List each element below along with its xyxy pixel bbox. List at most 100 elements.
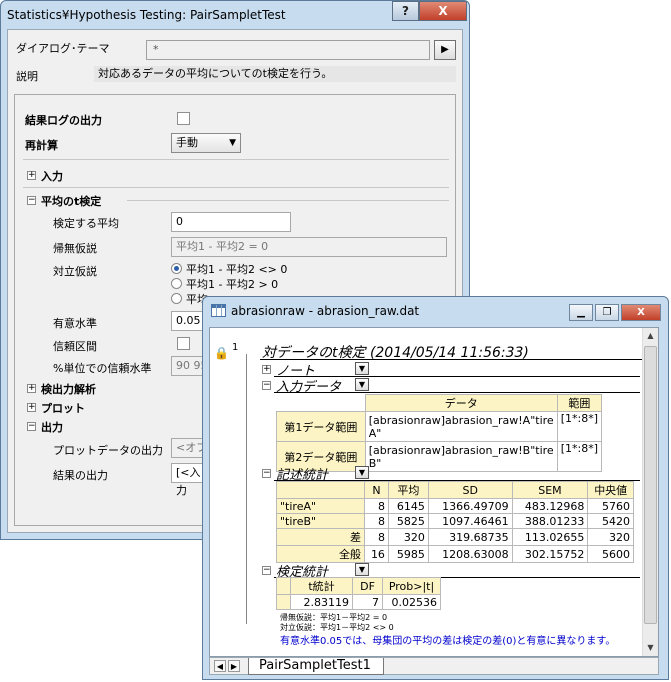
n-cell: 8 — [364, 528, 389, 546]
table-header: t統計 — [290, 577, 353, 595]
range-cell: [1*:8*] — [556, 441, 603, 472]
collapse-icon[interactable]: − — [27, 196, 36, 205]
prev-sheet-icon[interactable]: ◀ — [214, 660, 226, 672]
prob-cell: 0.02536 — [382, 594, 441, 610]
section-underline — [274, 392, 640, 393]
note-menu-button[interactable]: ▼ — [355, 362, 369, 375]
result-log-label: 結果ログの出力 — [25, 114, 102, 127]
plot-data-label: プロットデータの出力 — [53, 444, 163, 457]
conclusion-text: 有意水準0.05では、母集団の平均の差は検定の差(0)と有意に異なります。 — [280, 636, 616, 647]
table-header-row: N 平均 SD SEM 中央値 — [276, 481, 634, 499]
row-number: 1 — [232, 342, 239, 353]
table-header: SD — [427, 481, 513, 499]
table-row: 差 8 320 319.68735 113.02655 320 — [276, 528, 634, 546]
data-cell-cont: B" — [368, 456, 382, 470]
alt-option-2-label[interactable]: 平均1 - 平均2 > 0 — [186, 276, 278, 292]
scroll-up-icon[interactable]: ▲ — [643, 328, 658, 344]
input-section[interactable]: 入力 — [41, 168, 63, 184]
plot-section[interactable]: プロット — [41, 400, 85, 416]
row-label: 差 — [276, 528, 365, 546]
alt-option-1-radio[interactable] — [171, 263, 182, 274]
heading-underline — [260, 359, 642, 360]
table-row: "tireA" 8 6145 1366.49709 483.12968 5760 — [276, 498, 634, 514]
test-mean-label: 検定する平均 — [53, 217, 119, 230]
table-row: 第1データ範囲 [abrasionraw]abrasion_raw!A"tire… — [276, 411, 603, 442]
report-close-button[interactable]: X — [621, 304, 661, 321]
separator — [23, 159, 449, 160]
table-header: 平均 — [387, 481, 429, 499]
ci-percent-label: %単位での信頼水準 — [53, 362, 152, 375]
next-sheet-icon[interactable]: ▶ — [228, 660, 240, 672]
alt-option-3-radio[interactable] — [171, 293, 182, 304]
vertical-scrollbar[interactable]: ▲ ▼ — [642, 328, 658, 656]
mean-cell: 5985 — [387, 545, 429, 563]
data-cell: [abrasionraw]abrasion_raw!B"tire — [368, 443, 554, 457]
alt-option-1-label[interactable]: 平均1 - 平均2 <> 0 — [186, 261, 287, 277]
table-header-row: t統計 DF Prob>|t| — [276, 577, 441, 595]
median-cell: 5420 — [587, 513, 634, 529]
desc-stats-table: N 平均 SD SEM 中央値 "tireA" 8 6145 1366.4970… — [276, 481, 634, 563]
recalc-label: 再計算 — [25, 139, 58, 152]
test-stats-table: t統計 DF Prob>|t| 2.83119 7 0.02536 — [276, 577, 441, 610]
table-row: 全般 16 5985 1208.63008 302.15752 5600 — [276, 545, 634, 563]
ttest-section[interactable]: 平均のt検定 — [41, 193, 101, 209]
report-sheet: 🔒 1 対データのt検定 (2014/05/14 11:56:33) + ノート… — [209, 327, 659, 657]
ci-label: 信頼区間 — [53, 340, 97, 353]
lock-icon[interactable]: 🔒 — [214, 346, 229, 360]
dialog-title: Statistics¥Hypothesis Testing: PairSampl… — [7, 8, 286, 22]
collapse-icon[interactable]: − — [262, 566, 271, 575]
restore-button[interactable]: ❐ — [595, 304, 619, 321]
expand-icon[interactable]: + — [27, 403, 36, 412]
ci-checkbox[interactable] — [177, 337, 190, 350]
n-cell: 8 — [364, 498, 389, 514]
alt-hypothesis-label: 対立仮説 — [53, 265, 97, 278]
sheet-tab-pairsampletest1[interactable]: PairSampletTest1 — [248, 658, 384, 675]
close-button[interactable]: X — [419, 1, 467, 21]
theme-label: ダイアログ･テーマ — [16, 42, 110, 55]
expand-icon[interactable]: + — [27, 384, 36, 393]
null-hypothesis-field: 平均1 - 平均2 = 0 — [171, 237, 447, 257]
n-cell: 16 — [364, 545, 389, 563]
theme-menu-button[interactable]: ▶ — [434, 40, 456, 60]
expand-icon[interactable]: + — [27, 171, 36, 180]
range-cell: [1*:8*] — [556, 411, 603, 442]
table-corner — [276, 481, 365, 499]
collapse-icon[interactable]: − — [262, 381, 271, 390]
table-corner — [276, 577, 291, 595]
row-label: 全般 — [276, 545, 365, 563]
power-section[interactable]: 検出力解析 — [41, 381, 96, 397]
result-output-label: 結果の出力 — [53, 469, 108, 482]
data-cell-cont: A" — [368, 426, 382, 440]
sem-cell: 302.15752 — [511, 545, 589, 563]
description-text: 対応あるデータの平均についてのt検定を行う。 — [94, 66, 456, 82]
report-window: abrasionraw - abrasion_raw.dat ▁ ❐ X 🔒 1… — [202, 296, 669, 680]
test-mean-input[interactable]: 0 — [171, 212, 291, 232]
collapse-icon[interactable]: − — [27, 422, 36, 431]
sd-cell: 1097.46461 — [427, 513, 513, 529]
scroll-down-icon[interactable]: ▼ — [643, 640, 658, 656]
recalc-dropdown[interactable]: 手動 ▼ — [171, 133, 241, 153]
table-header: Prob>|t| — [382, 577, 441, 595]
sem-cell: 388.01233 — [511, 513, 589, 529]
alt-option-2-radio[interactable] — [171, 278, 182, 289]
t-stat-cell: 2.83119 — [290, 594, 353, 610]
output-section[interactable]: 出力 — [41, 419, 63, 435]
recalc-value: 手動 — [176, 136, 198, 149]
row-label: "tireA" — [276, 498, 365, 514]
separator — [127, 200, 449, 201]
median-cell: 5600 — [587, 545, 634, 563]
sheet-tab-bar: ◀ ▶ PairSampletTest1 — [209, 657, 659, 675]
result-log-checkbox[interactable] — [177, 112, 190, 125]
theme-input[interactable]: * — [146, 40, 430, 60]
table-header: 中央値 — [587, 481, 634, 499]
minimize-button[interactable]: ▁ — [569, 304, 593, 321]
input-data-menu-button[interactable]: ▼ — [355, 378, 369, 391]
help-button[interactable]: ? — [392, 1, 419, 21]
expand-icon[interactable]: + — [262, 365, 271, 374]
sd-cell: 1208.63008 — [427, 545, 513, 563]
test-stats-menu-button[interactable]: ▼ — [355, 563, 369, 576]
desc-stats-menu-button[interactable]: ▼ — [355, 466, 369, 479]
mean-cell: 320 — [387, 528, 429, 546]
scroll-thumb[interactable] — [644, 346, 657, 624]
collapse-icon[interactable]: − — [262, 469, 271, 478]
